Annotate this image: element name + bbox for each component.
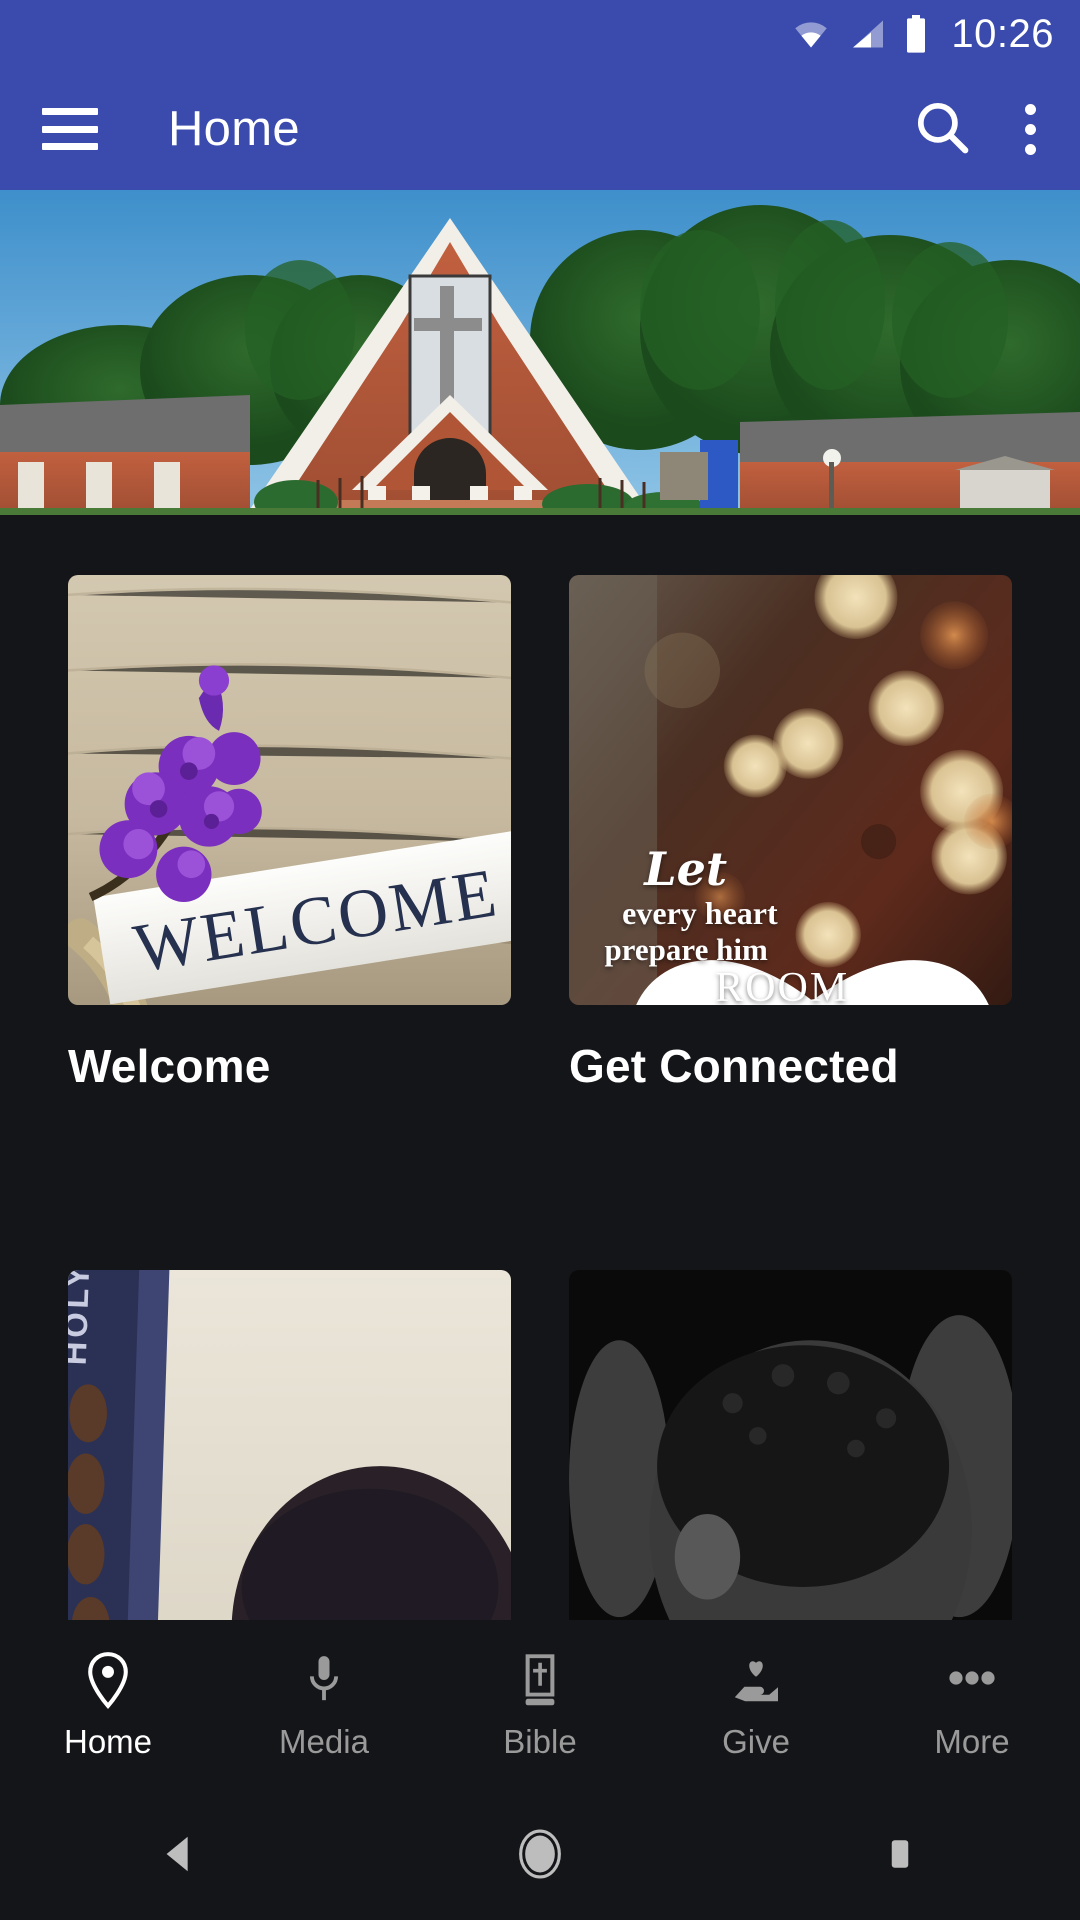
- card-welcome[interactable]: WELCOME Welcome: [68, 575, 511, 1092]
- card-bible-image: HOLY: [68, 1269, 511, 1620]
- card-welcome-label: Welcome: [68, 1040, 271, 1092]
- page-title: Home: [168, 101, 300, 156]
- nav-item-home[interactable]: Home: [0, 1651, 216, 1758]
- microphone-icon: [302, 1651, 346, 1709]
- search-icon[interactable]: [911, 96, 973, 163]
- cellular-signal-icon: [847, 16, 889, 52]
- hand-heart-icon: [730, 1651, 782, 1709]
- nav-label-give: Give: [722, 1722, 790, 1760]
- nav-label-media: Media: [279, 1722, 369, 1760]
- man-holding-bible-illustration: HOLY: [68, 1269, 511, 1620]
- back-triangle-icon[interactable]: [120, 1788, 240, 1920]
- phone-screen: 10:26 Home WELCOME Welcome Let every hea…: [0, 0, 1080, 1920]
- nav-item-media[interactable]: Media: [216, 1651, 432, 1758]
- man-praying-illustration: [569, 1269, 1012, 1620]
- app-bar-actions: [911, 96, 1080, 163]
- recents-square-icon[interactable]: [840, 1788, 960, 1920]
- card-get-connected-label: Get Connected: [569, 1040, 899, 1092]
- card-welcome-image: WELCOME: [68, 575, 511, 1005]
- home-circle-icon[interactable]: [480, 1788, 600, 1920]
- card-prayer-image: [569, 1269, 1012, 1620]
- content-area: WELCOME Welcome Let every heart prepare …: [0, 515, 1080, 1620]
- card-prayer[interactable]: [569, 1269, 1012, 1620]
- card-grid-row-1: WELCOME Welcome Let every heart prepare …: [0, 515, 1080, 1092]
- bottom-navigation-bar: Home Media Bible Give More: [0, 1620, 1080, 1788]
- card-grid-row-2: HOLY: [0, 1210, 1080, 1620]
- welcome-flowers-illustration: WELCOME: [68, 575, 511, 1005]
- status-time: 10:26: [951, 12, 1054, 56]
- nav-item-give[interactable]: Give: [648, 1651, 864, 1758]
- overflow-menu-icon[interactable]: [1025, 103, 1036, 155]
- nav-label-more: More: [934, 1722, 1010, 1760]
- status-bar: 10:26: [0, 0, 1080, 68]
- card-bible[interactable]: HOLY: [68, 1269, 511, 1620]
- nav-label-home: Home: [63, 1722, 153, 1760]
- more-dots-icon: [944, 1651, 1000, 1709]
- hamburger-menu-icon[interactable]: [42, 108, 98, 150]
- nav-item-bible[interactable]: Bible: [432, 1651, 648, 1758]
- hero-church-illustration: [0, 190, 1080, 515]
- card-get-connected-image: Let every heart prepare him ROOM: [569, 575, 1012, 1005]
- bokeh-lights-illustration: [569, 575, 1012, 1005]
- hero-image[interactable]: [0, 190, 1080, 515]
- nav-item-more[interactable]: More: [864, 1651, 1080, 1758]
- app-bar: Home: [0, 68, 1080, 190]
- nav-label-bible: Bible: [503, 1722, 577, 1760]
- system-navigation-bar: [0, 1788, 1080, 1920]
- card-get-connected[interactable]: Let every heart prepare him ROOM Get Con…: [569, 575, 1012, 1092]
- bible-book-icon: [517, 1651, 563, 1709]
- battery-icon: [903, 14, 929, 54]
- svg-text:HOLY: HOLY: [68, 1270, 96, 1366]
- location-pin-icon: [84, 1651, 132, 1709]
- wifi-icon: [789, 16, 833, 52]
